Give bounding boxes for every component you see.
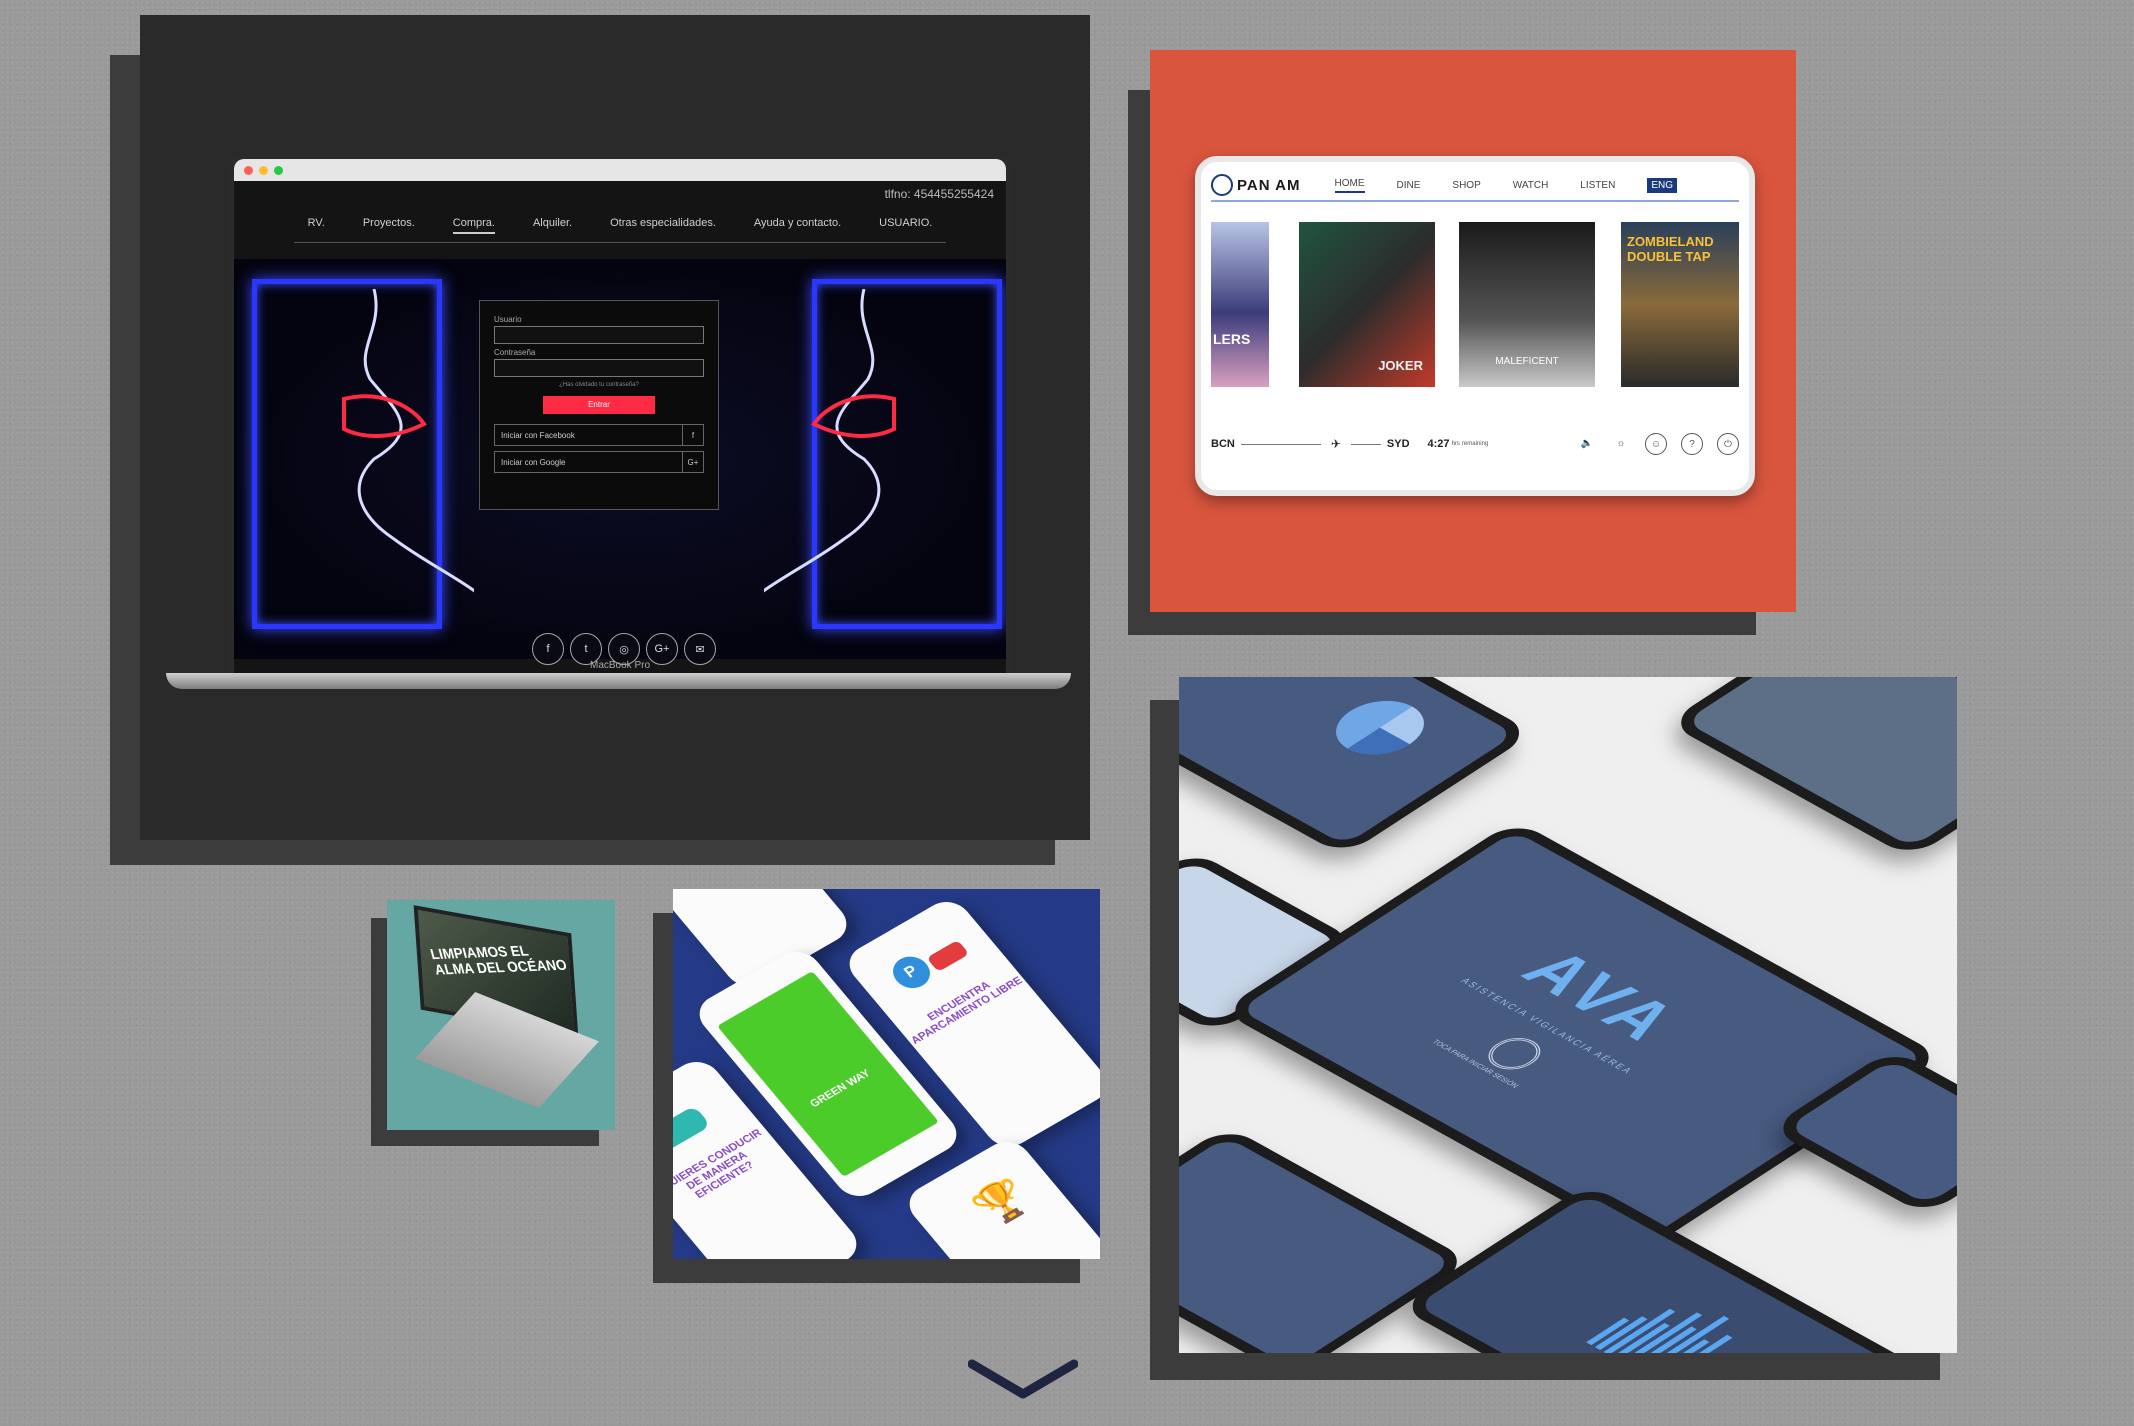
movie-poster[interactable]: LERS: [1211, 222, 1269, 387]
trophy-icon: 🏆: [966, 1173, 1038, 1233]
globe-icon: [1211, 174, 1233, 196]
forgot-password-link[interactable]: ¿Has olvidado tu contraseña?: [494, 382, 704, 388]
minimize-dot-icon: [259, 165, 268, 175]
tablet-controls: 🔈 ☼ ☺ ? ⏻: [1577, 433, 1739, 455]
facebook-icon: f: [682, 425, 703, 445]
time-unit: hrs: [1451, 441, 1460, 447]
panam-tab-listen[interactable]: LISTEN: [1580, 180, 1615, 191]
help-icon[interactable]: ?: [1681, 433, 1703, 455]
portfolio-card-greenway[interactable]: P ENCUENTRA APARCAMIENTO LIBRE GREEN WAY…: [673, 889, 1100, 1259]
portfolio-card-panam[interactable]: PAN AM HOME DINE SHOP WATCH LISTEN ENG L…: [1150, 50, 1796, 612]
google-icon: G+: [682, 452, 703, 472]
time-remaining: 4:27: [1427, 438, 1450, 450]
panam-tab-home[interactable]: HOME: [1334, 178, 1365, 193]
nav-item[interactable]: RV.: [308, 217, 325, 234]
ocean-title: LIMPIAMOS EL ALMA DEL OCÉANO: [428, 942, 569, 978]
password-input[interactable]: [494, 359, 704, 377]
facebook-login-button[interactable]: Iniciar con Facebook f: [494, 424, 704, 446]
nav-item-active[interactable]: Compra.: [452, 217, 495, 234]
poster-title: ZOMBIELAND DOUBLE TAP: [1627, 234, 1714, 264]
nav-item[interactable]: Proyectos.: [363, 217, 415, 234]
panam-nav: PAN AM HOME DINE SHOP WATCH LISTEN ENG: [1211, 170, 1739, 202]
poster-title: JOKER: [1378, 358, 1423, 373]
movie-poster-joker[interactable]: JOKER: [1299, 222, 1435, 387]
greenway-brand: GREEN WAY: [807, 1067, 873, 1111]
volume-icon[interactable]: 🔈: [1577, 433, 1597, 453]
movie-poster-maleficent[interactable]: MALEFICENT: [1459, 222, 1595, 387]
poster-title: LERS: [1213, 331, 1251, 347]
ipad-dashboard: [1179, 677, 1534, 857]
neon-face-right-icon: [764, 289, 896, 593]
language-button[interactable]: ENG: [1647, 177, 1677, 193]
nav-item[interactable]: USUARIO.: [879, 217, 932, 234]
panam-logo: PAN AM: [1211, 174, 1301, 196]
laptop-model-label: MacBook Pro: [589, 660, 651, 671]
laptop-base: [166, 673, 1071, 689]
site-phone: tlfno: 454455255424: [884, 187, 994, 201]
google-login-button[interactable]: Iniciar con Google G+: [494, 451, 704, 473]
eco-car-icon: [673, 1105, 712, 1156]
route-line: [1240, 443, 1321, 445]
site-nav: RV. Proyectos. Compra. Alquiler. Otras e…: [294, 205, 946, 243]
ava-logo: AVA: [1505, 939, 1700, 1054]
portfolio-card-ava[interactable]: AVA ASISTENCIA VIGILANCIA AÉREA TOCA PAR…: [1179, 677, 1957, 1353]
portfolio-card-ocean[interactable]: LIMPIAMOS EL ALMA DEL OCÉANO: [387, 900, 615, 1130]
car-icon: [926, 939, 970, 972]
remaining-label: remaining: [1461, 441, 1489, 447]
brightness-icon[interactable]: ☼: [1611, 433, 1631, 453]
flight-info-bar: BCN ✈ SYD 4:27 hrs remaining 🔈 ☼ ☺ ? ⏻: [1211, 424, 1739, 464]
nav-item[interactable]: Otras especialidades.: [610, 217, 716, 234]
chevron-down-icon[interactable]: [968, 1358, 1078, 1404]
nav-item[interactable]: Ayuda y contacto.: [754, 217, 841, 234]
google-login-label: Iniciar con Google: [501, 457, 566, 467]
pie-chart-icon: [1336, 700, 1424, 755]
driving-text: ¿QUIERES CONDUCIR DE MANERA EFICIENTE?: [673, 1127, 765, 1201]
panam-tab-watch[interactable]: WATCH: [1513, 180, 1549, 191]
power-icon[interactable]: ⏻: [1717, 433, 1739, 455]
neon-hero: Usuario Contraseña ¿Has olvidado tu cont…: [234, 259, 1006, 665]
origin-airport: BCN: [1211, 438, 1235, 450]
close-dot-icon: [244, 165, 253, 175]
ipad-map: [1666, 677, 1957, 859]
login-button[interactable]: Entrar: [543, 396, 655, 414]
panam-logo-text: PAN AM: [1237, 176, 1301, 194]
panam-tab-shop[interactable]: SHOP: [1452, 180, 1480, 191]
destination-airport: SYD: [1386, 438, 1410, 450]
movie-poster-zombieland[interactable]: ZOMBIELAND DOUBLE TAP: [1621, 222, 1739, 387]
password-label: Contraseña: [494, 348, 536, 357]
neon-face-left-icon: [342, 289, 474, 593]
username-input[interactable]: [494, 326, 704, 344]
login-form: Usuario Contraseña ¿Has olvidado tu cont…: [479, 300, 719, 510]
panam-tab-dine[interactable]: DINE: [1397, 180, 1421, 191]
bar-chart-icon: [1586, 1308, 1733, 1353]
laptop-screen: tlfno: 454455255424 RV. Proyectos. Compr…: [228, 153, 1012, 685]
panam-tablet: PAN AM HOME DINE SHOP WATCH LISTEN ENG L…: [1195, 156, 1755, 496]
attendant-icon[interactable]: ☺: [1645, 433, 1667, 455]
maximize-dot-icon: [274, 165, 283, 175]
nav-item[interactable]: Alquiler.: [533, 217, 572, 234]
facebook-login-label: Iniciar con Facebook: [501, 430, 575, 440]
plane-icon: ✈: [1330, 437, 1341, 451]
poster-title: MALEFICENT: [1495, 356, 1559, 367]
username-label: Usuario: [494, 315, 522, 324]
browser-bar: [234, 159, 1006, 181]
route-line: [1350, 443, 1381, 445]
portfolio-card-laptop-login[interactable]: tlfno: 454455255424 RV. Proyectos. Compr…: [140, 15, 1090, 840]
